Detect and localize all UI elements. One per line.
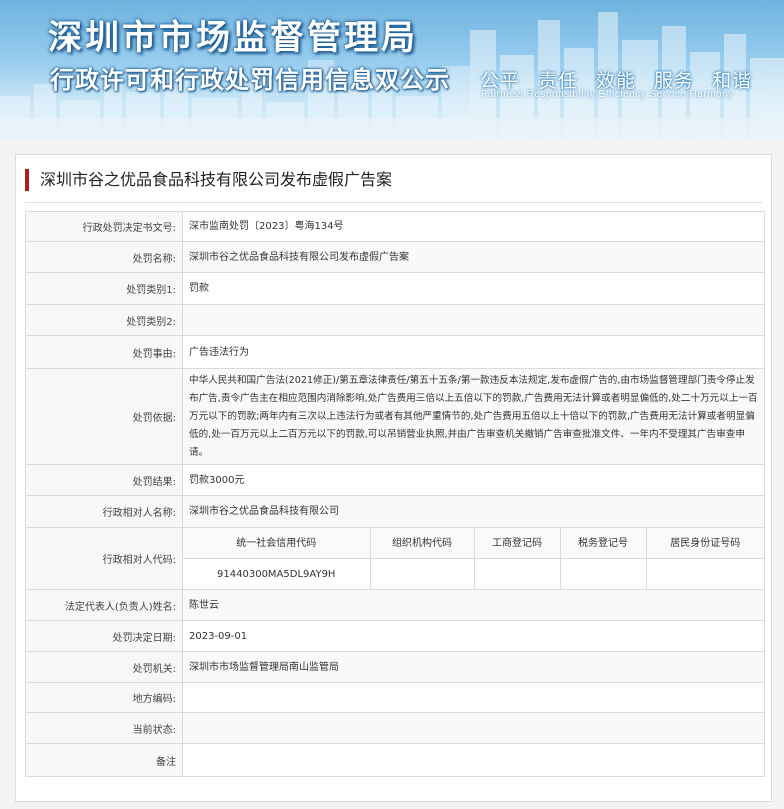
table-row: 处罚类别2: (25, 304, 765, 336)
table-row: 处罚类别1: 罚款 (25, 272, 765, 305)
code-header: 工商登记码 (474, 528, 561, 559)
code-value (370, 558, 475, 589)
row-label: 行政相对人名称: (25, 495, 183, 528)
row-label: 法定代表人(负责人)姓名: (25, 589, 183, 621)
header-banner: 深圳市市场监督管理局 行政许可和行政处罚信用信息双公示 公平 责任 效能 服务 和谐 F… (0, 0, 784, 139)
code-header-row: 统一社会信用代码 组织机构代码 工商登记码 税务登记号 居民身份证号码 (183, 528, 764, 559)
title-divider (25, 202, 762, 203)
code-value (646, 559, 764, 590)
table-row: 行政处罚决定书文号: 深市监南处罚〔2023〕粤海134号 (25, 211, 765, 242)
row-value (182, 682, 765, 713)
row-label: 行政相对人代码: (25, 527, 183, 590)
table-row: 法定代表人(负责人)姓名: 陈世云 (25, 589, 765, 621)
row-label: 行政处罚决定书文号: (25, 211, 183, 242)
row-value: 深市监南处罚〔2023〕粤海134号 (182, 211, 765, 242)
code-value: 91440300MA5DL9AY9H (183, 558, 371, 589)
code-header: 组织机构代码 (370, 528, 475, 559)
row-label: 当前状态: (25, 712, 183, 744)
row-label: 处罚结果: (25, 464, 183, 496)
row-value: 罚款3000元 (182, 464, 765, 496)
row-label: 处罚事由: (25, 335, 183, 369)
row-label: 处罚决定日期: (25, 620, 183, 652)
row-label: 处罚类别1: (25, 272, 183, 305)
row-label: 备注 (25, 743, 183, 777)
row-value: 统一社会信用代码 组织机构代码 工商登记码 税务登记号 居民身份证号码 9144… (182, 527, 765, 590)
table-row: 行政相对人代码: 统一社会信用代码 组织机构代码 工商登记码 税务登记号 居民身… (25, 527, 765, 590)
code-header: 税务登记号 (560, 528, 647, 559)
row-label: 处罚名称: (25, 241, 183, 273)
table-row: 处罚决定日期: 2023-09-01 (25, 620, 765, 652)
row-value: 深圳市市场监督管理局南山监管局 (182, 651, 765, 683)
row-value: 深圳市谷之优品食品科技有限公司发布虚假广告案 (182, 241, 765, 273)
table-row: 备注 (25, 743, 765, 777)
table-row: 处罚事由: 广告违法行为 (25, 335, 765, 369)
agency-title: 深圳市市场监督管理局 (48, 18, 418, 58)
table-row: 行政相对人名称: 深圳市谷之优品食品科技有限公司 (25, 495, 765, 528)
code-header: 居民身份证号码 (646, 528, 764, 559)
row-value: 2023-09-01 (182, 620, 765, 652)
table-row: 当前状态: (25, 712, 765, 744)
code-subtable: 统一社会信用代码 组织机构代码 工商登记码 税务登记号 居民身份证号码 9144… (183, 528, 764, 589)
row-label: 处罚机关: (25, 651, 183, 683)
row-label: 处罚依据: (25, 368, 183, 465)
row-label: 处罚类别2: (25, 304, 183, 336)
row-value: 陈世云 (182, 589, 765, 621)
row-value: 中华人民共和国广告法(2021修正)/第五章法律责任/第五十五条/第一款违反本法… (182, 368, 765, 465)
table-row: 处罚结果: 罚款3000元 (25, 464, 765, 496)
site-subtitle: 行政许可和行政处罚信用信息双公示 (50, 66, 450, 94)
code-value (474, 558, 561, 589)
table-row: 处罚依据: 中华人民共和国广告法(2021修正)/第五章法律责任/第五十五条/第… (25, 368, 765, 465)
row-value: 罚款 (182, 272, 765, 305)
row-value (182, 712, 765, 744)
code-header: 统一社会信用代码 (183, 528, 371, 559)
row-value: 深圳市谷之优品食品科技有限公司 (182, 495, 765, 528)
slogan-english: Fairness Responsibility Efficiency Servi… (481, 89, 734, 100)
table-row: 处罚名称: 深圳市谷之优品食品科技有限公司发布虚假广告案 (25, 241, 765, 273)
case-info-table: 行政处罚决定书文号: 深市监南处罚〔2023〕粤海134号 处罚名称: 深圳市谷… (25, 211, 765, 777)
table-row: 处罚机关: 深圳市市场监督管理局南山监管局 (25, 651, 765, 683)
code-value (560, 558, 647, 589)
case-detail-panel: 深圳市谷之优品食品科技有限公司发布虚假广告案 行政处罚决定书文号: 深市监南处罚… (15, 154, 772, 802)
row-value (182, 304, 765, 336)
row-label: 地方编码: (25, 682, 183, 713)
table-row: 地方编码: (25, 682, 765, 713)
row-value: 广告违法行为 (182, 335, 765, 369)
case-title: 深圳市谷之优品食品科技有限公司发布虚假广告案 (25, 169, 392, 191)
row-value (182, 743, 765, 777)
code-value-row: 91440300MA5DL9AY9H (183, 558, 764, 590)
